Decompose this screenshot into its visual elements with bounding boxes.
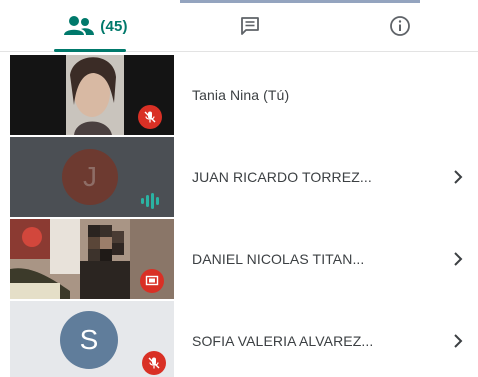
people-icon	[64, 16, 95, 35]
chevron-right-icon[interactable]	[446, 165, 470, 189]
participant-row[interactable]: Tania Nina (Tú)	[0, 55, 478, 135]
muted-badge	[138, 105, 162, 129]
avatar-tile: J	[10, 137, 174, 217]
participant-name: SOFIA VALERIA ALVAREZ...	[192, 333, 374, 349]
mic-off-icon	[144, 111, 156, 123]
participant-count: (45)	[100, 17, 128, 35]
speaking-indicator-icon	[141, 193, 159, 209]
mic-off-icon	[148, 357, 160, 369]
chevron-right-icon[interactable]	[446, 329, 470, 353]
video-tile	[10, 219, 174, 299]
video-tile	[10, 55, 174, 135]
avatar-letter: S	[79, 324, 99, 355]
tab-chat[interactable]	[200, 0, 300, 52]
avatar-letter: J	[83, 161, 97, 192]
tab-info[interactable]	[350, 0, 450, 52]
chevron-right-icon[interactable]	[446, 247, 470, 271]
participant-name: DANIEL NICOLAS TITAN...	[192, 251, 365, 267]
tab-people[interactable]: (45)	[20, 0, 170, 52]
muted-badge	[142, 351, 166, 375]
participant-name: Tania Nina (Tú)	[192, 87, 290, 103]
avatar-tile: S	[10, 301, 174, 377]
active-tab-indicator	[54, 49, 126, 52]
participant-name: JUAN RICARDO TORREZ...	[192, 169, 372, 185]
participant-row[interactable]: S SOFIA VALERIA ALVAREZ...	[0, 301, 478, 377]
participant-row[interactable]: J JUAN RICARDO TORREZ...	[0, 137, 478, 217]
present-screen-icon	[145, 275, 159, 286]
status-badge	[140, 269, 164, 293]
chat-icon	[241, 17, 259, 35]
participant-row[interactable]: DANIEL NICOLAS TITAN...	[0, 219, 478, 299]
info-icon	[390, 16, 410, 36]
tab-bar: (45)	[0, 0, 478, 52]
avatar: J	[62, 149, 118, 205]
avatar: S	[60, 311, 118, 369]
